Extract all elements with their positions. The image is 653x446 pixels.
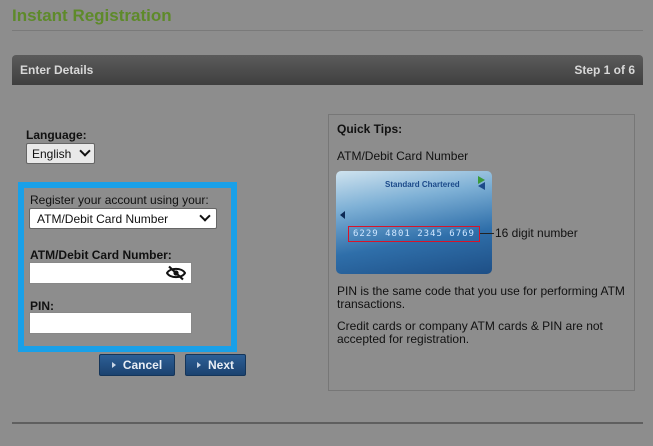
quick-tips-title: Quick Tips: [337, 122, 403, 136]
card-number-pointer [480, 233, 494, 234]
quick-tips-subtitle: ATM/Debit Card Number [337, 149, 469, 163]
card-number-label: ATM/Debit Card Number: [30, 248, 172, 262]
title-divider [12, 30, 643, 31]
step-indicator: Step 1 of 6 [574, 63, 635, 77]
registration-method-select[interactable]: ATM/Debit Card Number [29, 208, 217, 229]
cancel-button-label: Cancel [122, 358, 163, 372]
triangle-right-icon [196, 362, 201, 368]
credit-card-tip: Credit cards or company ATM cards & PIN … [337, 319, 603, 346]
eye-slash-icon[interactable] [166, 265, 186, 281]
card-brand: Standard Chartered [385, 180, 460, 189]
next-button[interactable]: Next [185, 354, 246, 376]
language-label: Language: [26, 128, 87, 142]
sample-card-image: Standard Chartered [336, 171, 492, 274]
pin-input[interactable] [29, 312, 192, 334]
registration-method-selected: ATM/Debit Card Number [37, 211, 169, 226]
cancel-button[interactable]: Cancel [99, 354, 175, 376]
registration-method-label: Register your account using your: [30, 193, 209, 207]
triangle-right-icon [111, 362, 116, 368]
bank-logo-icon [478, 176, 485, 190]
next-button-label: Next [207, 358, 234, 372]
chevron-down-icon [79, 145, 91, 157]
language-selected: English [32, 146, 72, 161]
card-arrow-icon [340, 211, 345, 219]
card-number-caption: 16 digit number [495, 226, 578, 240]
language-select[interactable]: English [26, 143, 95, 164]
panel-title: Enter Details [20, 63, 94, 77]
chevron-down-icon [199, 210, 211, 222]
pin-label: PIN: [30, 299, 54, 313]
pin-tip: PIN is the same code that you use for pe… [337, 284, 625, 311]
sample-card-number: 6229 4801 2345 6769 [348, 226, 480, 242]
bottom-divider [12, 422, 643, 424]
page-title: Instant Registration [12, 6, 172, 25]
panel-header: Enter Details Step 1 of 6 [12, 55, 643, 85]
